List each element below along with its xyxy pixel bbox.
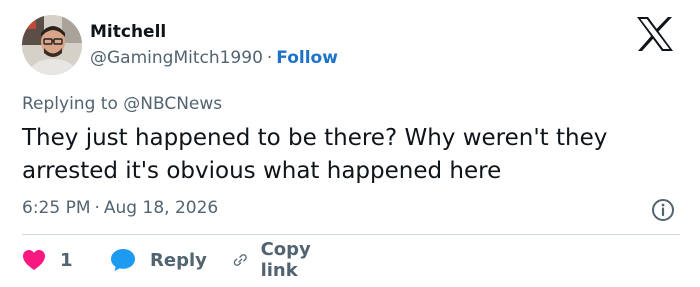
avatar[interactable] xyxy=(22,15,82,75)
copy-link-label: Copy link xyxy=(260,239,311,281)
tweet-embed-card: Mitchell @GamingMitch1990 · Follow Replyin… xyxy=(0,0,700,287)
info-icon[interactable] xyxy=(651,198,675,222)
tweet-time: 6:25 PM xyxy=(22,198,91,218)
tweet-text: They just happened to be there? Why were… xyxy=(22,125,608,184)
tweet-date: Aug 18, 2026 xyxy=(103,198,219,218)
separator-dot: · xyxy=(266,48,273,68)
author-handle[interactable]: @GamingMitch1990 xyxy=(90,48,263,68)
like-count: 1 xyxy=(60,249,73,271)
follow-button[interactable]: Follow xyxy=(276,48,338,68)
reply-button[interactable]: Reply xyxy=(110,246,207,274)
tweet-timestamp[interactable]: 6:25 PM · Aug 18, 2026 xyxy=(22,198,218,218)
replying-to: Replying to @NBCNews xyxy=(22,94,222,114)
avatar-photo xyxy=(22,15,82,75)
replying-to-prefix: Replying to xyxy=(22,94,118,114)
divider xyxy=(22,234,680,235)
replying-to-mention[interactable]: @NBCNews xyxy=(123,94,222,114)
author-name[interactable]: Mitchell xyxy=(90,22,166,42)
timestamp-separator: · xyxy=(94,198,100,218)
heart-icon xyxy=(23,250,45,270)
speech-bubble-icon xyxy=(111,249,135,271)
author-handle-row: @GamingMitch1990 · Follow xyxy=(90,48,338,68)
x-logo-icon[interactable] xyxy=(634,16,676,52)
link-icon xyxy=(233,254,247,266)
like-button[interactable]: 1 xyxy=(22,246,73,274)
reply-label: Reply xyxy=(150,249,207,271)
copy-link-button[interactable]: Copy link xyxy=(232,239,320,281)
